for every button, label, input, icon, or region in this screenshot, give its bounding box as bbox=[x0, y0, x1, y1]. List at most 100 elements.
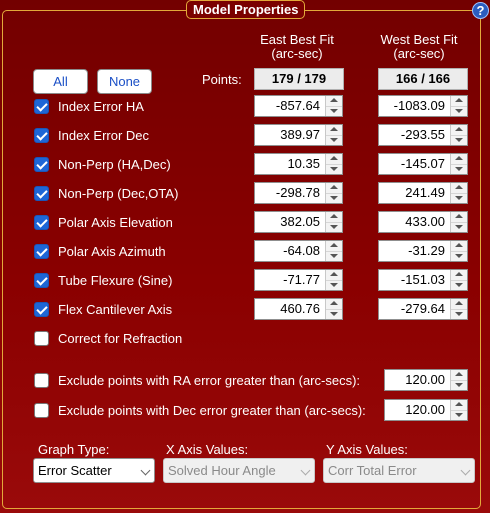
y-axis-label: Y Axis Values: bbox=[326, 442, 408, 457]
exclude-dec-row: Exclude points with Dec error greater th… bbox=[0, 399, 490, 423]
y-axis-select: Corr Total Error bbox=[323, 458, 475, 483]
term-label: Index Error HA bbox=[58, 99, 144, 114]
west-value[interactable]: 433.00 bbox=[379, 212, 450, 232]
term-label: Flex Cantilever Axis bbox=[58, 302, 173, 317]
select-all-button[interactable]: All bbox=[33, 69, 88, 94]
chevron-down-icon bbox=[460, 465, 471, 476]
term-checkbox[interactable] bbox=[34, 302, 49, 317]
west-value[interactable]: -145.07 bbox=[379, 154, 450, 174]
exclude-dec-checkbox[interactable] bbox=[34, 403, 49, 418]
west-value-spinner[interactable]: 433.00 bbox=[378, 211, 468, 233]
spin-down-icon[interactable] bbox=[326, 193, 342, 203]
exclude-dec-down-arrow-icon[interactable] bbox=[451, 410, 467, 420]
east-value-spinner[interactable]: -64.08 bbox=[254, 240, 343, 262]
spin-down-icon[interactable] bbox=[451, 193, 467, 203]
east-value[interactable]: 460.76 bbox=[255, 299, 325, 319]
west-column-header: West Best Fit (arc-sec) bbox=[364, 33, 474, 61]
x-axis-value: Solved Hour Angle bbox=[168, 463, 276, 478]
east-value[interactable]: 10.35 bbox=[255, 154, 325, 174]
term-label: Non-Perp (Dec,OTA) bbox=[58, 186, 179, 201]
refraction-row: Correct for Refraction bbox=[0, 327, 490, 351]
exclude-dec-value[interactable]: 120.00 bbox=[385, 400, 450, 420]
west-value-spinner[interactable]: 241.49 bbox=[378, 182, 468, 204]
term-checkbox[interactable] bbox=[34, 273, 49, 288]
exclude-ra-value[interactable]: 120.00 bbox=[385, 370, 450, 390]
graph-type-select[interactable]: Error Scatter bbox=[33, 458, 155, 483]
spin-down-icon[interactable] bbox=[326, 164, 342, 174]
term-checkbox[interactable] bbox=[34, 128, 49, 143]
west-value[interactable]: 241.49 bbox=[379, 183, 450, 203]
spin-down-icon[interactable] bbox=[451, 135, 467, 145]
west-points-count: 166 / 166 bbox=[378, 68, 468, 90]
model-term-row: Index Error HA -857.64 -1083.09 bbox=[0, 95, 490, 119]
exclude-dec-spinner[interactable]: 120.00 bbox=[384, 399, 468, 421]
exclude-ra-down-arrow-icon[interactable] bbox=[451, 380, 467, 390]
west-value[interactable]: -1083.09 bbox=[379, 96, 450, 116]
west-value-spinner[interactable]: -1083.09 bbox=[378, 95, 468, 117]
east-value-spinner[interactable]: -71.77 bbox=[254, 269, 343, 291]
term-checkbox[interactable] bbox=[34, 99, 49, 114]
east-header-line2: (arc-sec) bbox=[271, 46, 323, 61]
spin-down-icon[interactable] bbox=[326, 280, 342, 290]
exclude-ra-row: Exclude points with RA error greater tha… bbox=[0, 369, 490, 393]
spin-down-icon[interactable] bbox=[326, 106, 342, 116]
spin-down-icon[interactable] bbox=[451, 164, 467, 174]
west-value[interactable]: -151.03 bbox=[379, 270, 450, 290]
spin-down-icon[interactable] bbox=[326, 251, 342, 261]
spin-down-icon[interactable] bbox=[326, 222, 342, 232]
east-value[interactable]: -64.08 bbox=[255, 241, 325, 261]
select-none-button[interactable]: None bbox=[97, 69, 152, 94]
west-value-spinner[interactable]: -279.64 bbox=[378, 298, 468, 320]
term-checkbox[interactable] bbox=[34, 215, 49, 230]
west-value[interactable]: -31.29 bbox=[379, 241, 450, 261]
term-checkbox[interactable] bbox=[34, 244, 49, 259]
east-value-spinner[interactable]: 10.35 bbox=[254, 153, 343, 175]
refraction-checkbox[interactable] bbox=[34, 331, 49, 346]
west-value[interactable]: -293.55 bbox=[379, 125, 450, 145]
x-axis-label: X Axis Values: bbox=[166, 442, 249, 457]
spin-down-icon[interactable] bbox=[451, 280, 467, 290]
term-label: Polar Axis Elevation bbox=[58, 215, 173, 230]
spin-down-icon[interactable] bbox=[451, 251, 467, 261]
help-icon[interactable]: ? bbox=[472, 2, 489, 19]
east-value-spinner[interactable]: 389.97 bbox=[254, 124, 343, 146]
spin-down-icon[interactable] bbox=[451, 309, 467, 319]
model-term-row: Index Error Dec 389.97 -293.55 bbox=[0, 124, 490, 148]
west-value-spinner[interactable]: -31.29 bbox=[378, 240, 468, 262]
east-value-spinner[interactable]: -857.64 bbox=[254, 95, 343, 117]
model-term-row: Tube Flexure (Sine) -71.77 -151.03 bbox=[0, 269, 490, 293]
spin-down-icon[interactable] bbox=[451, 106, 467, 116]
east-points-count: 179 / 179 bbox=[254, 68, 344, 90]
west-value-spinner[interactable]: -151.03 bbox=[378, 269, 468, 291]
spin-down-icon[interactable] bbox=[451, 222, 467, 232]
term-label: Index Error Dec bbox=[58, 128, 150, 143]
spin-down-icon[interactable] bbox=[326, 309, 342, 319]
west-value-spinner[interactable]: -145.07 bbox=[378, 153, 468, 175]
east-value[interactable]: -298.78 bbox=[255, 183, 325, 203]
east-value-spinner[interactable]: 382.05 bbox=[254, 211, 343, 233]
east-value-spinner[interactable]: -298.78 bbox=[254, 182, 343, 204]
model-term-row: Polar Axis Azimuth -64.08 -31.29 bbox=[0, 240, 490, 264]
chevron-down-icon bbox=[300, 465, 311, 476]
term-label: Non-Perp (HA,Dec) bbox=[58, 157, 171, 172]
window-title: Model Properties bbox=[186, 0, 306, 19]
west-header-line2: (arc-sec) bbox=[393, 46, 445, 61]
exclude-ra-label: Exclude points with RA error greater tha… bbox=[58, 373, 361, 388]
x-axis-select: Solved Hour Angle bbox=[163, 458, 315, 483]
term-checkbox[interactable] bbox=[34, 186, 49, 201]
east-value-spinner[interactable]: 460.76 bbox=[254, 298, 343, 320]
exclude-ra-checkbox[interactable] bbox=[34, 373, 49, 388]
west-value-spinner[interactable]: -293.55 bbox=[378, 124, 468, 146]
east-value[interactable]: -857.64 bbox=[255, 96, 325, 116]
east-value[interactable]: 389.97 bbox=[255, 125, 325, 145]
refraction-label: Correct for Refraction bbox=[58, 331, 183, 346]
term-label: Tube Flexure (Sine) bbox=[58, 273, 173, 288]
model-term-row: Polar Axis Elevation 382.05 433.00 bbox=[0, 211, 490, 235]
spin-down-icon[interactable] bbox=[326, 135, 342, 145]
east-column-header: East Best Fit (arc-sec) bbox=[242, 33, 352, 61]
east-value[interactable]: -71.77 bbox=[255, 270, 325, 290]
west-value[interactable]: -279.64 bbox=[379, 299, 450, 319]
east-value[interactable]: 382.05 bbox=[255, 212, 325, 232]
term-checkbox[interactable] bbox=[34, 157, 49, 172]
exclude-ra-spinner[interactable]: 120.00 bbox=[384, 369, 468, 391]
